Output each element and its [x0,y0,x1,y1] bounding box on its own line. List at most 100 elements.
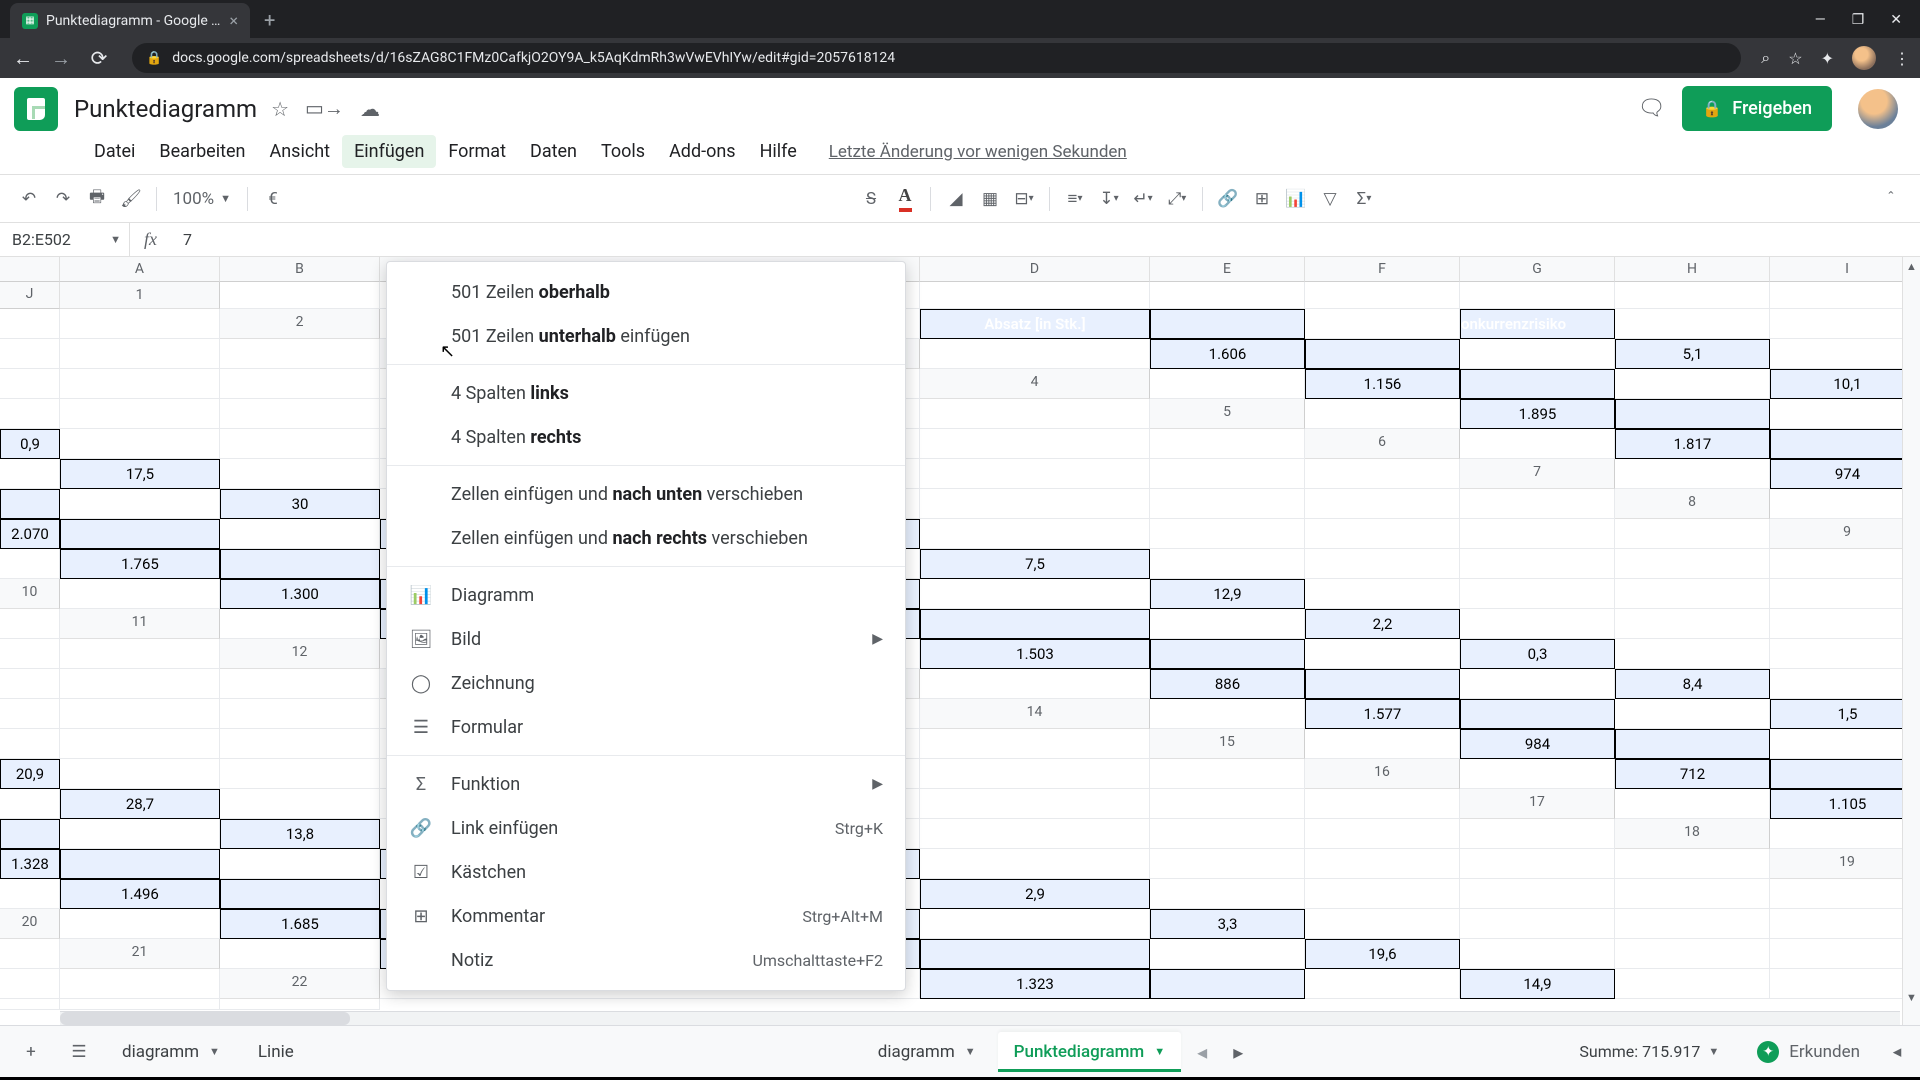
data-cell[interactable]: 8,4 [1615,669,1770,699]
filter-button[interactable]: ▽ [1315,184,1345,214]
data-cell[interactable]: 2,2 [1305,609,1460,639]
data-cell[interactable] [60,849,220,879]
cell[interactable] [1615,879,1770,909]
data-cell[interactable] [1305,669,1460,699]
column-header[interactable]: E [1150,257,1305,282]
insert-cols-right[interactable]: 4 Spalten rechts [387,415,905,459]
row-header[interactable]: 11 [60,609,220,639]
cell[interactable] [60,309,220,339]
cell[interactable] [1460,939,1615,969]
data-cell[interactable] [1770,429,1920,459]
data-cell[interactable] [0,819,60,849]
cell[interactable] [920,489,1150,519]
cell[interactable] [1615,849,1770,879]
vertical-scrollbar[interactable]: ▲ ▼ [1902,257,1920,1025]
data-cell[interactable]: 28,7 [60,789,220,819]
cell[interactable] [1770,309,1920,339]
data-cell[interactable] [1615,729,1770,759]
cell[interactable] [1770,939,1920,969]
cell[interactable] [1150,429,1305,459]
cell[interactable] [1615,939,1770,969]
data-cell[interactable]: 1.685 [220,909,380,939]
data-cell[interactable]: 1.765 [60,549,220,579]
undo-button[interactable]: ↶ [14,184,44,214]
cell[interactable] [1770,729,1920,759]
cell[interactable] [220,729,380,759]
cell[interactable] [920,399,1150,429]
cell[interactable] [1305,282,1460,309]
cell[interactable] [1770,399,1920,429]
column-header[interactable]: A [60,257,220,282]
cell[interactable] [1460,609,1615,639]
cell[interactable] [220,399,380,429]
row-header[interactable]: 2 [220,309,380,339]
cell[interactable] [1305,579,1460,609]
row-header[interactable]: 19 [1770,849,1920,879]
cell[interactable] [220,459,380,489]
maximize-icon[interactable]: ❐ [1852,12,1865,28]
cell[interactable] [1305,909,1460,939]
sheet-tab[interactable]: diagramm ▼ [106,1032,236,1072]
horizontal-scrollbar[interactable] [60,1011,1900,1025]
cell[interactable] [1305,729,1460,759]
cell[interactable] [60,639,220,669]
data-cell[interactable]: 13,8 [220,819,380,849]
sheets-logo-icon[interactable] [14,87,58,131]
header-cell[interactable]: onkurrenzrisiko [1460,309,1615,339]
menu-hilfe[interactable]: Hilfe [748,135,809,168]
cell[interactable] [60,669,220,699]
row-header[interactable]: 18 [1615,819,1770,849]
data-cell[interactable] [920,939,1150,969]
menu-format[interactable]: Format [436,135,518,168]
cell[interactable] [1305,789,1460,819]
cell[interactable] [60,339,220,369]
cell[interactable] [1615,639,1770,669]
data-cell[interactable] [1770,759,1920,789]
data-cell[interactable]: 2,9 [920,879,1150,909]
cell[interactable] [920,759,1150,789]
cell[interactable] [1770,969,1920,999]
forward-button[interactable]: → [48,46,74,71]
sheet-tab-active[interactable]: Punktediagramm ▼ [998,1032,1182,1072]
insert-comment[interactable]: ⊞ Kommentar Strg+Alt+M [387,894,905,938]
back-button[interactable]: ← [10,46,36,71]
column-header[interactable]: H [1615,257,1770,282]
cell[interactable] [1305,549,1460,579]
cell[interactable] [1770,639,1920,669]
data-cell[interactable]: 10,1 [1770,369,1920,399]
data-cell[interactable]: 712 [1615,759,1770,789]
data-cell[interactable]: 886 [1150,669,1305,699]
print-button[interactable]: 🖶 [82,184,112,214]
column-header[interactable]: J [0,282,60,309]
cell[interactable] [1615,699,1770,729]
merge-cells-button[interactable]: ⊟▾ [1009,184,1039,214]
minimize-icon[interactable]: — [1815,12,1826,28]
move-doc-icon[interactable]: ▭→ [305,96,344,121]
cell[interactable] [920,849,1150,879]
insert-function[interactable]: Σ Funktion ▶ [387,762,905,806]
cell[interactable] [0,789,60,819]
cell[interactable] [60,999,220,1010]
cell[interactable] [1150,369,1305,399]
cell[interactable] [920,909,1150,939]
sheet-nav-prev[interactable]: ◂ [1187,1040,1217,1064]
data-cell[interactable]: 2.070 [0,519,60,549]
data-cell[interactable]: 1.105 [1770,789,1920,819]
extensions-icon[interactable]: ✦ [1821,49,1834,68]
data-cell[interactable] [920,609,1150,639]
insert-rows-above[interactable]: 501 Zeilen oberhalb [387,270,905,314]
row-header[interactable]: 4 [920,369,1150,399]
add-sheet-button[interactable]: + [10,1031,52,1073]
cell[interactable] [1615,459,1770,489]
cell[interactable] [1615,789,1770,819]
cell[interactable] [60,579,220,609]
cell[interactable] [60,489,220,519]
cell[interactable] [1615,369,1770,399]
new-tab-button[interactable]: + [250,8,289,38]
cell[interactable] [1460,579,1615,609]
cell[interactable] [0,459,60,489]
cell[interactable] [1460,282,1615,309]
cell[interactable] [60,699,220,729]
insert-drawing[interactable]: ◯ Zeichnung [387,661,905,705]
cell[interactable] [1305,309,1460,339]
